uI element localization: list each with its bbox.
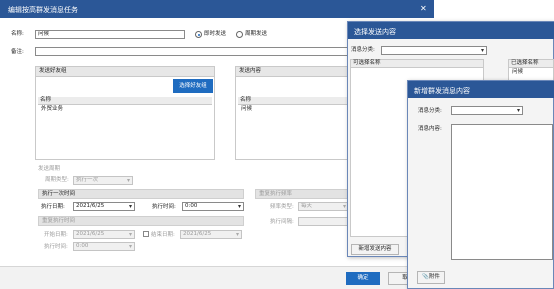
end-date-checkbox[interactable] (143, 231, 149, 237)
name-label: 名称: (11, 31, 24, 37)
exec-time-picker[interactable]: 0:00 (182, 202, 244, 211)
send-periodic-label[interactable]: 周期发送 (245, 31, 267, 38)
start-date-label: 开始日期: (44, 232, 68, 238)
freq-type-label: 频率类型: (270, 204, 294, 210)
friends-group-header: 发送好友组 (36, 67, 214, 77)
new-dialog-title: 新增群发消息内容 (414, 87, 470, 95)
repeat-time-header: 重复执行时间 (38, 216, 244, 226)
content-list-row[interactable]: 问候 (241, 106, 252, 113)
new-content-textarea[interactable] (451, 124, 553, 260)
attach-button[interactable]: 📎附件 (417, 271, 445, 284)
new-category-select[interactable] (451, 106, 523, 115)
attach-button-label: 附件 (428, 274, 440, 280)
send-now-label[interactable]: 即时发送 (204, 31, 226, 38)
close-icon[interactable]: ✕ (420, 5, 427, 13)
select-category-label: 消息分类: (351, 47, 375, 53)
exec-time-label: 执行时间: (152, 204, 176, 210)
end-date-label: 结束日期: (151, 232, 175, 238)
freq-type-select[interactable]: 每天 (298, 202, 349, 211)
interval-input[interactable] (298, 217, 349, 226)
send-periodic-radio[interactable] (236, 31, 243, 38)
remark-label: 备注: (11, 49, 24, 55)
friends-list-row[interactable]: 外贸业务 (41, 106, 63, 113)
available-list-header: 可选择名称 (351, 60, 483, 68)
friends-list-header: 名称 (38, 97, 212, 105)
cycle-type-label: 周期类型: (45, 177, 69, 183)
interval-label: 执行间隔: (270, 219, 294, 225)
once-time-header: 执行一次时间 (38, 189, 244, 199)
new-category-label: 消息分类: (418, 108, 442, 114)
end-date-picker[interactable]: 2021/6/25 (180, 230, 242, 239)
ok-button[interactable]: 确定 (346, 272, 380, 285)
selected-list-header: 已选择名称 (509, 60, 553, 68)
select-dialog-title: 选择发送内容 (354, 28, 396, 36)
content-list-header: 名称 (238, 97, 348, 105)
select-category-select[interactable] (381, 46, 487, 55)
repeat-freq-header: 重复执行频率 (255, 189, 349, 199)
cycle-type-select[interactable]: 执行一次 (73, 176, 133, 185)
friends-group-panel: 发送好友组 选择好友组 名称 外贸业务 (35, 66, 215, 160)
content-group-panel: 发送内容 名称 问候 (235, 66, 349, 160)
paperclip-icon: 📎 (422, 274, 429, 280)
new-content-button[interactable]: 新增发送内容 (351, 244, 399, 255)
main-titlebar: 编辑按高群发消息任务 ✕ (0, 0, 434, 18)
main-window-title: 编辑按高群发消息任务 (8, 6, 78, 14)
exec-date-picker[interactable]: 2021/6/25 (73, 202, 135, 211)
exec-date-label: 执行日期: (41, 204, 65, 210)
remark-input[interactable] (35, 47, 349, 56)
selected-list-row[interactable]: 问候 (512, 69, 523, 76)
start-date-picker[interactable]: 2021/6/25 (73, 230, 135, 239)
cycle-section-label: 发送周期 (38, 166, 61, 172)
repeat-exec-time-picker[interactable]: 0:00 (73, 242, 135, 251)
select-friends-button[interactable]: 选择好友组 (173, 79, 213, 93)
send-now-radio[interactable] (195, 31, 202, 38)
content-group-header: 发送内容 (236, 67, 348, 77)
new-dialog-titlebar: 新增群发消息内容 (408, 81, 554, 98)
repeat-exec-time-label: 执行时间: (44, 244, 68, 250)
new-content-label: 消息内容: (418, 126, 442, 132)
name-input[interactable]: 问候 (35, 30, 185, 39)
new-content-dialog: 新增群发消息内容 消息分类: 消息内容: 📎附件 (407, 80, 554, 289)
select-dialog-titlebar: 选择发送内容 (348, 22, 554, 39)
